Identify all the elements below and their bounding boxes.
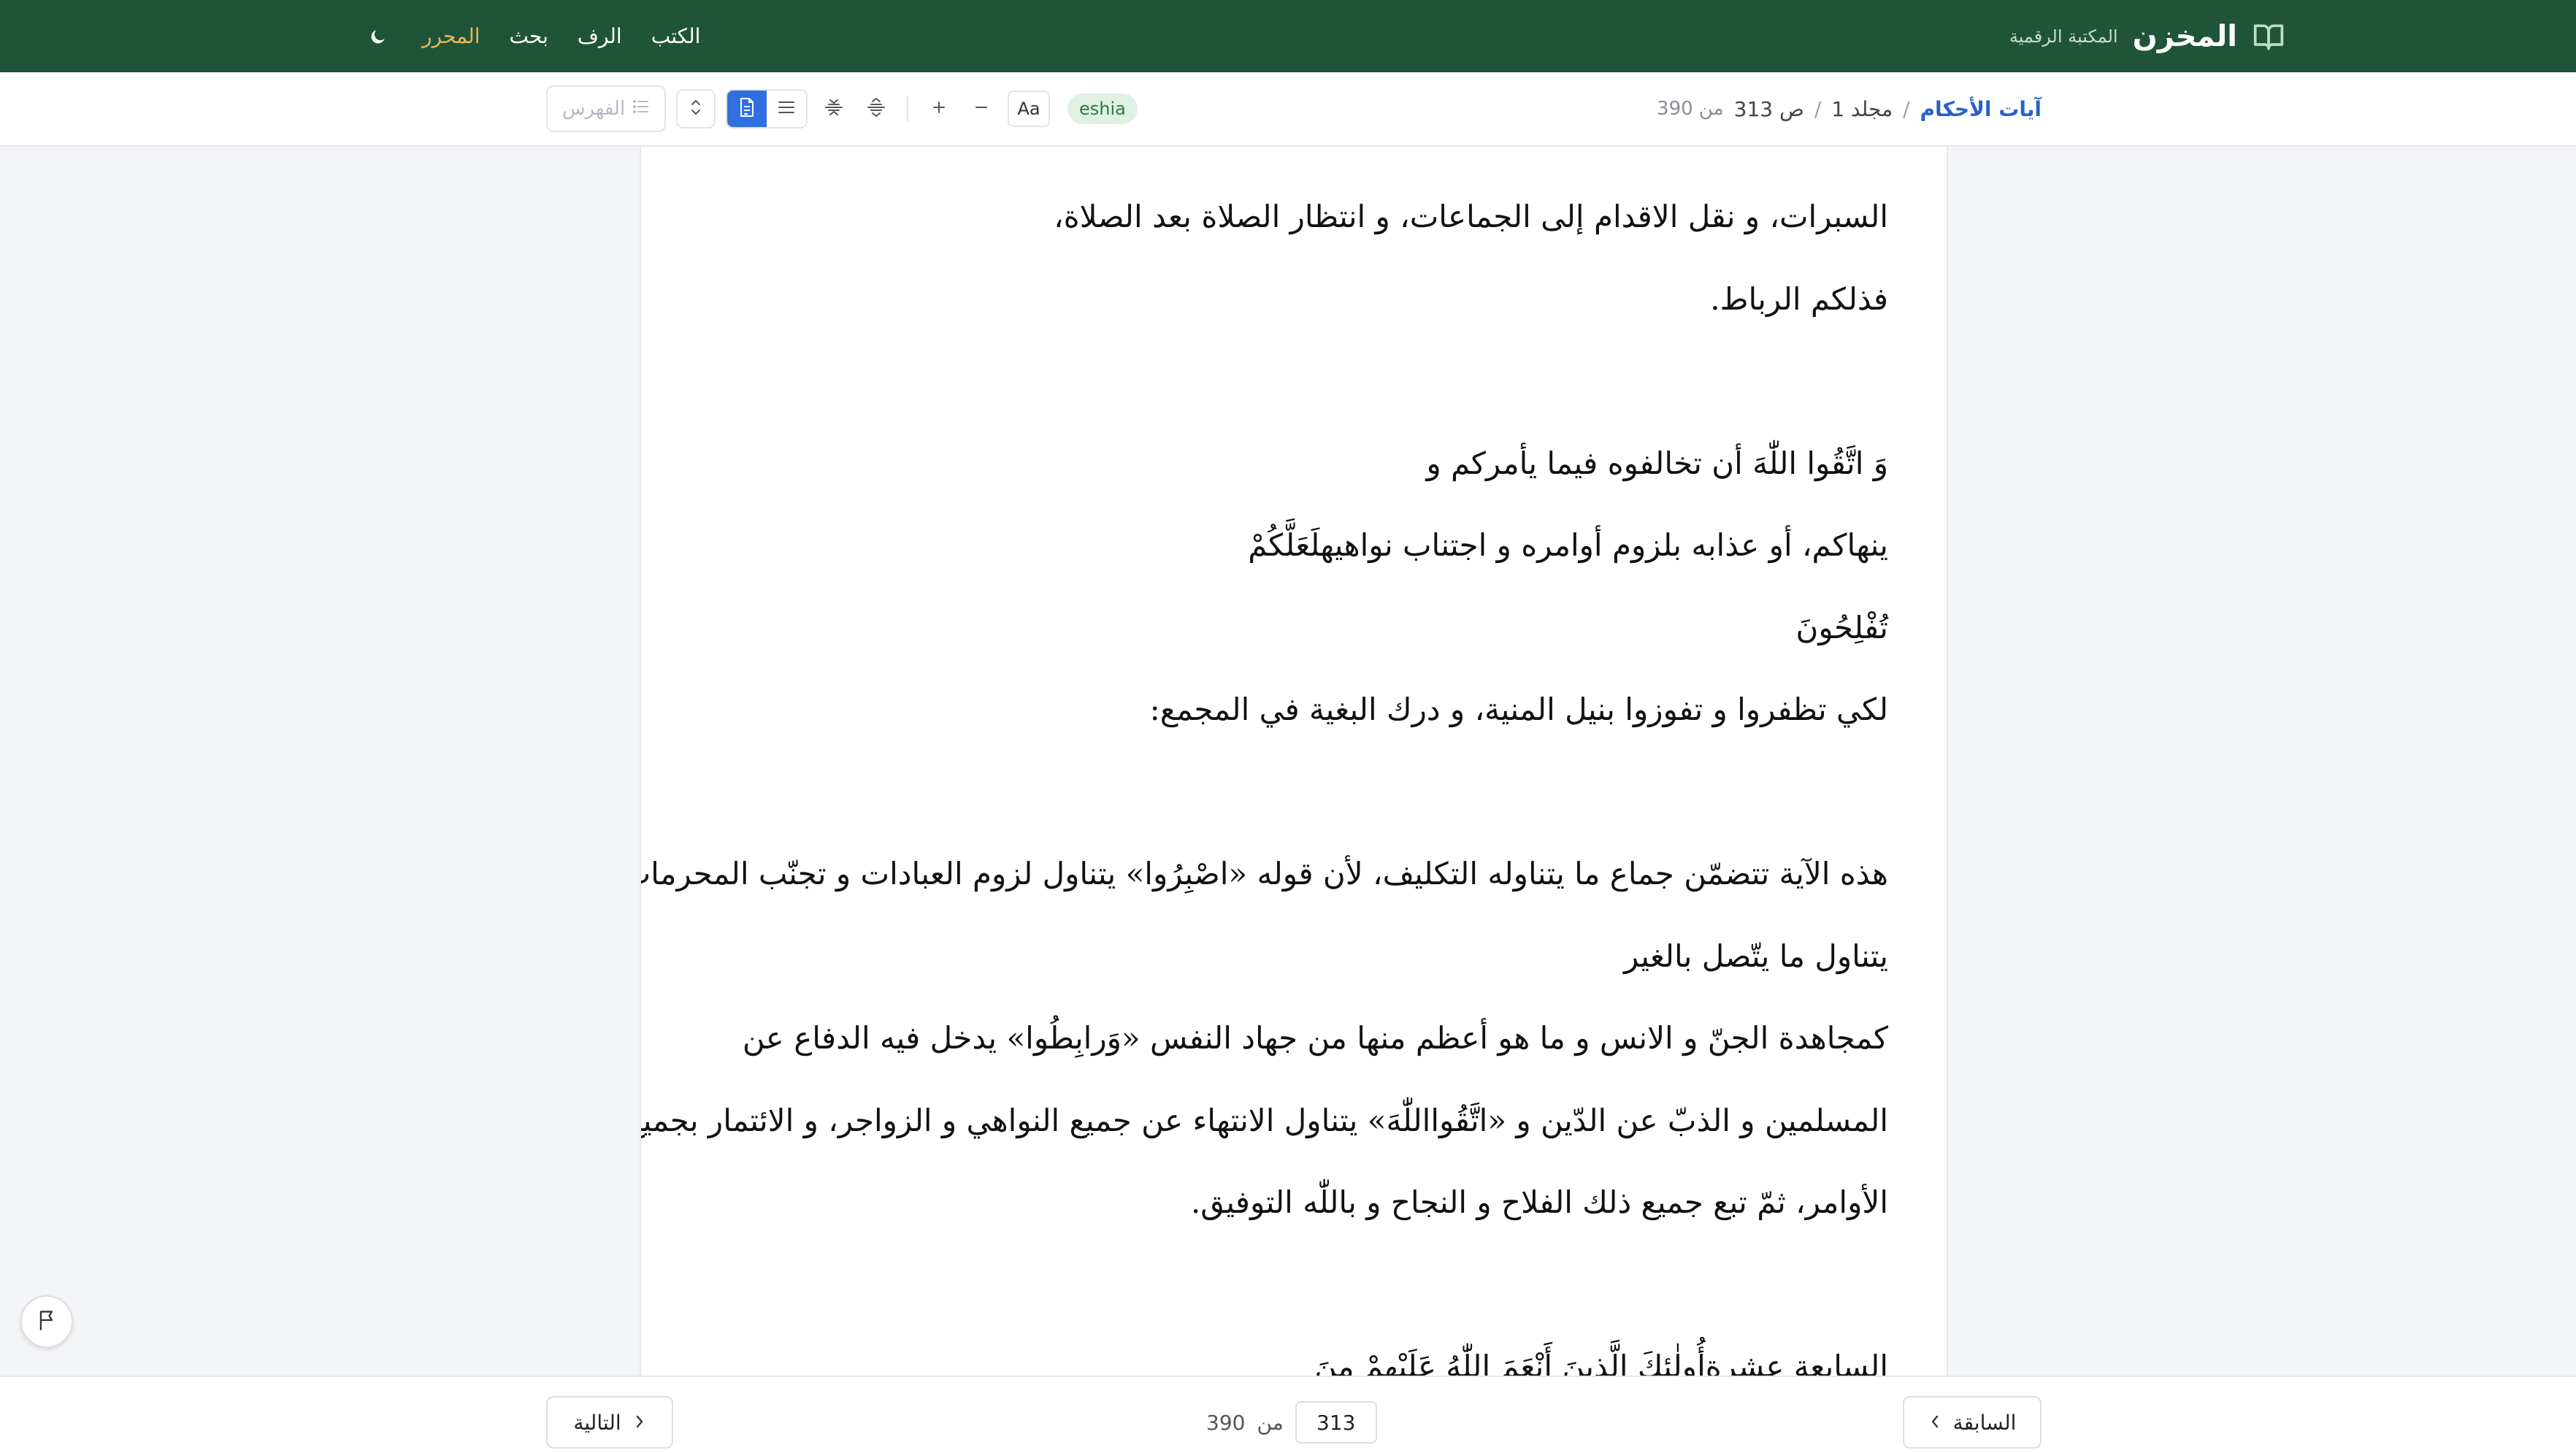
expand-collapse-button[interactable] — [676, 89, 716, 129]
reader-toolbar: آيات الأحكام / مجلد 1 / ص 313 من 390 الف… — [0, 72, 2576, 147]
nav-item-shelf[interactable]: الرف — [578, 24, 622, 48]
text-view-button[interactable] — [767, 91, 806, 127]
text-line: الأوامر، ثمّ تبع جميع ذلك الفلاح و النجا… — [1190, 1184, 1888, 1220]
book-page: السبرات، و نقل الاقدام إلى الجماعات، و ا… — [640, 147, 1948, 1376]
zoom-out-button[interactable] — [965, 89, 997, 129]
page-view-button[interactable] — [727, 91, 767, 127]
brand-title: المخزن — [2132, 19, 2237, 53]
toolbar-divider — [907, 96, 908, 122]
page-indicator: 390 من — [1206, 1396, 1377, 1449]
document-icon — [738, 97, 756, 120]
font-settings-button[interactable]: Aa — [1008, 91, 1050, 127]
next-page-button[interactable]: التالية — [546, 1396, 673, 1449]
text-line: السابعة عشرةأُولٰئِكَ الَّذِينَ أَنْعَمَ… — [1314, 1349, 1888, 1376]
text-line: لكي تظفروا و تفوزوا بنيل المنية، و درك ا… — [1149, 691, 1888, 727]
nav-item-editor[interactable]: المحرر — [422, 24, 480, 48]
chevron-right-icon — [1928, 1411, 1941, 1435]
text-line: فذلكم الرباط. — [1710, 280, 1888, 317]
text-line-blank — [699, 751, 1888, 834]
book-open-icon — [2252, 22, 2285, 51]
increase-line-spacing-button[interactable] — [860, 89, 892, 129]
breadcrumb-page: ص 313 — [1733, 96, 1804, 121]
breadcrumb-volume: مجلد 1 — [1831, 96, 1893, 121]
zoom-in-button[interactable] — [923, 89, 955, 129]
nav-item-books[interactable]: الكتب — [651, 24, 701, 48]
breadcrumb: آيات الأحكام / مجلد 1 / ص 313 من 390 — [1657, 72, 2042, 145]
text-line: كمجاهدة الجنّ و الانس و ما هو أعظم منها … — [742, 1020, 1888, 1056]
breadcrumb-total: من 390 — [1657, 98, 1724, 120]
text-line: السبرات، و نقل الاقدام إلى الجماعات، و ا… — [1054, 199, 1888, 234]
text-line-blank — [699, 340, 1888, 423]
total-pages: 390 — [1206, 1410, 1246, 1435]
next-label: التالية — [573, 1410, 621, 1435]
plus-icon — [931, 99, 947, 118]
text-line-blank — [699, 1244, 1888, 1327]
breadcrumb-book-link[interactable]: آيات الأحكام — [1920, 97, 2042, 121]
reader-tools: الفهرس Aa eshia — [546, 72, 1138, 145]
breadcrumb-separator: / — [1814, 96, 1822, 121]
main-nav: الكتب الرف بحث المحرر — [358, 0, 700, 72]
source-badge: eshia — [1067, 93, 1138, 124]
of-label: من — [1257, 1410, 1284, 1435]
chevrons-up-down-icon — [688, 98, 704, 120]
text-line: المسلمين و الذبّ عن الدّين و «اتَّقُواال… — [640, 1102, 1888, 1138]
text-line: هذه الآية تتضمّن جماع ما يتناوله التكليف… — [641, 856, 1888, 892]
nav-item-search[interactable]: بحث — [510, 24, 548, 48]
top-navigation-bar: المخزن المكتبة الرقمية الكتب الرف بحث ال… — [0, 0, 2576, 72]
text-line: ينهاكم، أو عذابه بلزوم أوامره و اجتناب ن… — [1248, 527, 1888, 563]
pager: السابقة 390 من التالية — [0, 1376, 2576, 1453]
previous-page-button[interactable]: السابقة — [1903, 1396, 2042, 1449]
text-line: تُفْلِحُونَ — [1795, 609, 1889, 645]
flag-icon — [37, 1309, 57, 1334]
text-line: يتناول ما يتّصل بالغير — [1624, 938, 1888, 974]
text-line: وَ اتَّقُوا اللّٰهَ أن تخالفوه فيما يأمر… — [1426, 445, 1888, 481]
decrease-line-spacing-button[interactable] — [818, 89, 850, 129]
page-text: السبرات، و نقل الاقدام إلى الجماعات، و ا… — [641, 147, 1947, 1376]
toc-button[interactable]: الفهرس — [546, 85, 666, 132]
line-spacing-icon — [823, 96, 845, 121]
chevron-left-icon — [633, 1411, 646, 1435]
breadcrumb-separator: / — [1903, 96, 1910, 121]
brand-subtitle: المكتبة الرقمية — [2009, 26, 2118, 47]
prev-label: السابقة — [1952, 1410, 2017, 1435]
view-mode-toggle — [726, 89, 808, 129]
report-button[interactable] — [20, 1295, 73, 1348]
minus-icon — [973, 99, 989, 118]
toc-label: الفهرس — [561, 98, 626, 120]
lines-icon — [777, 99, 796, 118]
page-number-input[interactable] — [1295, 1401, 1377, 1444]
list-icon — [632, 98, 650, 120]
line-spacing-expand-icon — [865, 96, 887, 121]
brand[interactable]: المخزن المكتبة الرقمية — [2009, 0, 2285, 72]
moon-icon[interactable] — [364, 22, 393, 51]
